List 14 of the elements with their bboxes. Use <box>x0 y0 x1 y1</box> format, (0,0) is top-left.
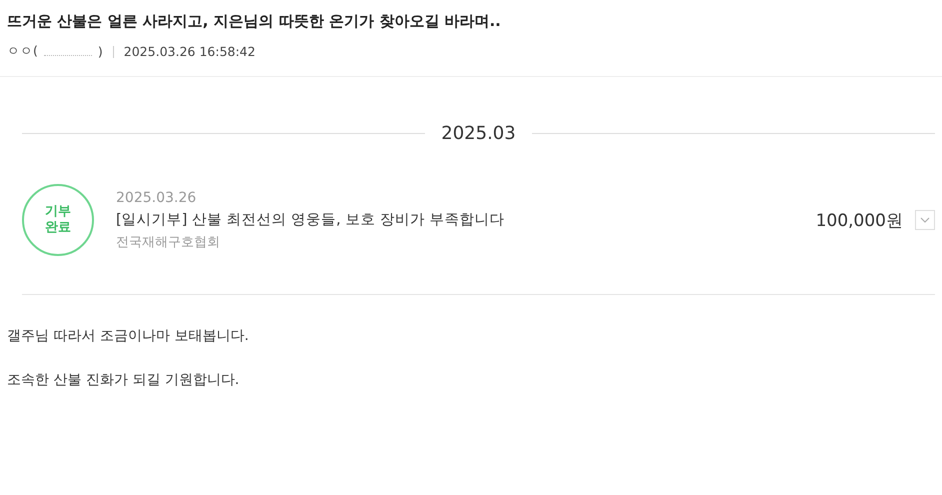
post-datetime: 2025.03.26 16:58:42 <box>124 44 256 59</box>
chevron-down-icon <box>920 217 930 223</box>
donation-date: 2025.03.26 <box>116 190 198 206</box>
post-paragraph: 조속한 산불 진화가 되길 기원합니다. <box>7 371 240 389</box>
status-badge: 기부 완료 <box>22 184 94 256</box>
month-heading: 2025.03 <box>441 123 516 144</box>
expand-button[interactable] <box>915 210 935 230</box>
post-paragraph: 갤주님 따라서 조금이나마 보태봅니다. <box>7 327 250 345</box>
organization-name: 전국재해구호협회 <box>116 234 221 250</box>
donation-title: [일시기부] 산불 최전선의 영웅들, 보호 장비가 부족합니다 <box>116 210 506 228</box>
donation-amount: 100,000원 <box>816 210 903 232</box>
post-title: 뜨거운 산불은 얼른 사라지고, 지은님의 따뜻한 온기가 찾아오길 바라며.. <box>7 12 502 31</box>
author-name: ㅇㅇ( <box>7 43 38 60</box>
author-name-end: ) <box>98 44 103 59</box>
